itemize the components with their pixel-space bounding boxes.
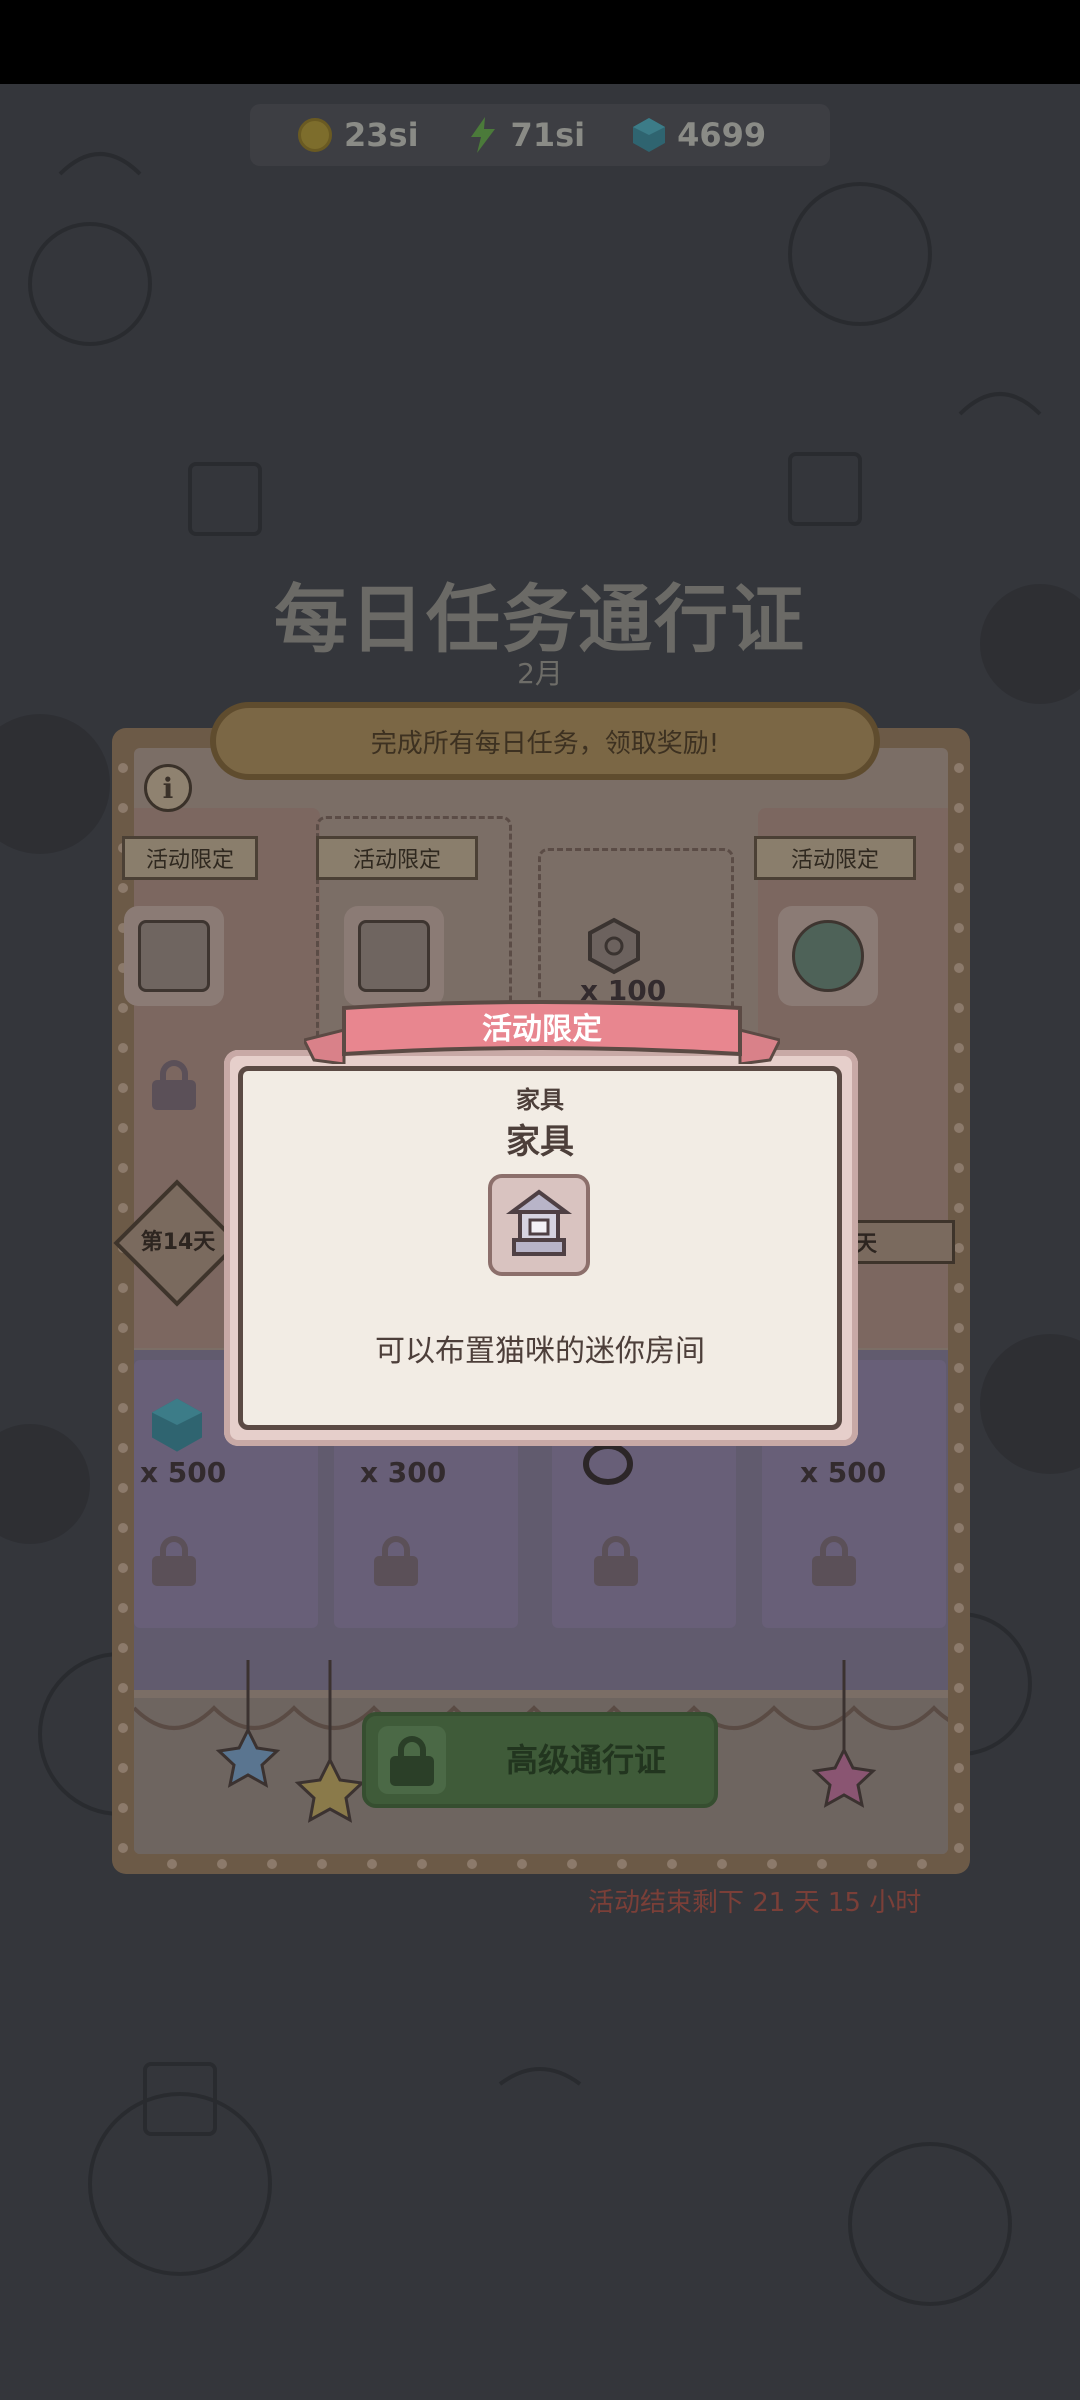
instruction-text: 完成所有每日任务，领取奖励! bbox=[370, 728, 720, 759]
dialog-ribbon-label: 活动限定 bbox=[482, 1012, 602, 1047]
event-countdown: 活动结束剩下 21 天 15 小时 bbox=[588, 1888, 922, 1918]
limited-tag-4: 活动限定 bbox=[754, 836, 916, 880]
reward-item-fountain[interactable] bbox=[124, 906, 224, 1006]
limited-tag-label: 活动限定 bbox=[790, 848, 879, 873]
dialog-item-name: 家具 bbox=[506, 1122, 574, 1162]
lock-icon bbox=[812, 1536, 856, 1586]
energy-counter: 71si bbox=[467, 116, 586, 154]
dialog-description: 可以布置猫咪的迷你房间 bbox=[375, 1334, 705, 1369]
status-bar bbox=[0, 0, 1080, 84]
gem-icon bbox=[152, 1398, 202, 1452]
page-title: 每日任务通行证 bbox=[274, 577, 806, 663]
gem-amount: 4699 bbox=[677, 116, 767, 154]
shrine-icon bbox=[358, 920, 430, 992]
resource-bar: 23si 71si 4699 bbox=[250, 104, 830, 166]
lock-icon bbox=[594, 1536, 638, 1586]
lock-icon bbox=[152, 1060, 196, 1110]
fountain-icon bbox=[138, 920, 210, 992]
premium-pass-button[interactable]: 高级通行证 bbox=[362, 1712, 718, 1808]
shrine-illustration bbox=[505, 1189, 573, 1256]
premium-qty-4: x 500 bbox=[800, 1456, 887, 1489]
lock-icon bbox=[378, 1726, 446, 1794]
shrine-icon bbox=[488, 1174, 590, 1276]
hex-stone-icon bbox=[588, 917, 640, 975]
month-label: 2月 bbox=[517, 657, 563, 690]
coin-icon bbox=[298, 118, 332, 152]
info-button[interactable]: i bbox=[144, 764, 192, 812]
premium-qty-1: x 500 bbox=[140, 1456, 227, 1489]
lightning-icon bbox=[470, 117, 495, 153]
dialog-category: 家具 bbox=[516, 1086, 564, 1114]
lock-icon bbox=[374, 1536, 418, 1586]
gem-icon bbox=[633, 118, 666, 152]
premium-qty-2: x 300 bbox=[360, 1456, 447, 1489]
limited-tag-2: 活动限定 bbox=[316, 836, 478, 880]
limited-tag-label: 活动限定 bbox=[145, 848, 234, 873]
day-marker-label: 第14天 bbox=[140, 1230, 216, 1255]
limited-tag-1: 活动限定 bbox=[122, 836, 258, 880]
ring-icon bbox=[583, 1443, 633, 1485]
reward-item-shrine[interactable] bbox=[344, 906, 444, 1006]
lock-icon bbox=[152, 1536, 196, 1586]
coin-counter: 23si bbox=[298, 116, 419, 154]
energy-amount: 71si bbox=[510, 116, 586, 154]
instruction-banner: 完成所有每日任务，领取奖励! bbox=[210, 702, 880, 780]
day-marker-right-label: 天 bbox=[855, 1232, 878, 1257]
reward-item-plate[interactable] bbox=[778, 906, 878, 1006]
premium-pass-label: 高级通行证 bbox=[505, 1741, 666, 1779]
plate-icon bbox=[792, 920, 864, 992]
coin-amount: 23si bbox=[344, 116, 419, 154]
gem-counter: 4699 bbox=[633, 116, 766, 154]
limited-tag-label: 活动限定 bbox=[352, 848, 441, 873]
